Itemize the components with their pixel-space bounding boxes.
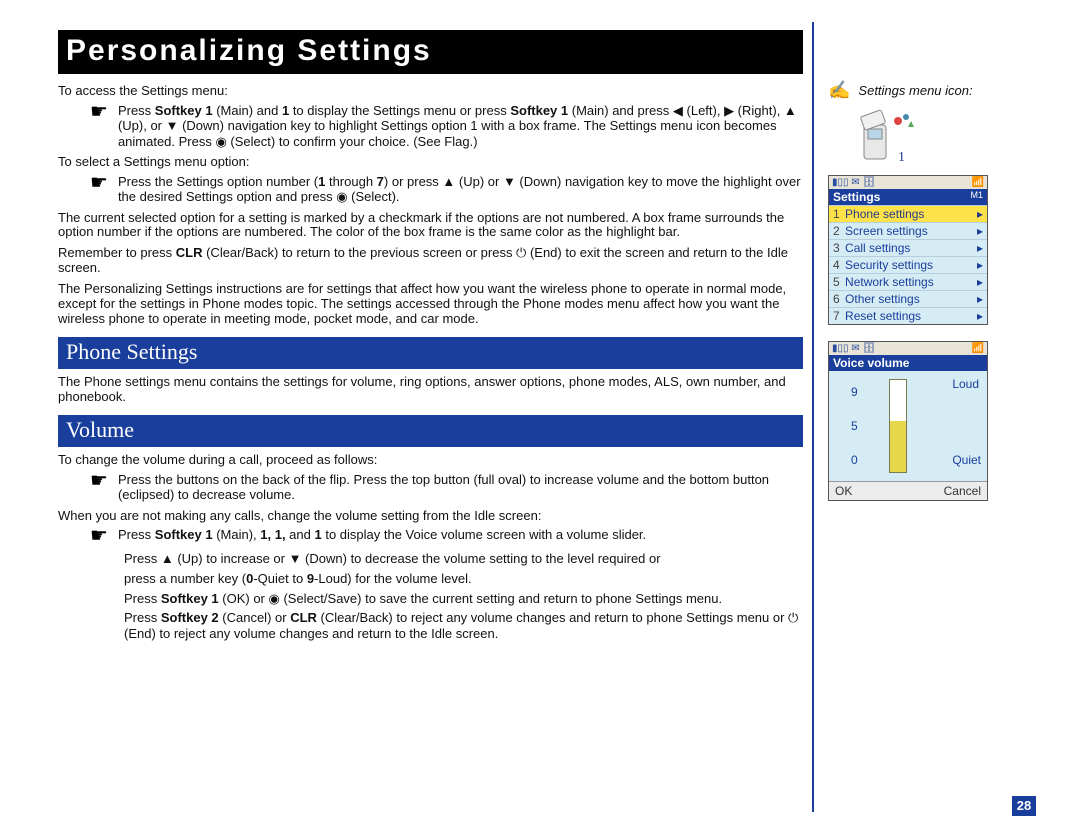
para-personalizing: The Personalizing Settings instructions … [58,282,803,327]
screenshot-voice-volume: ▮▯▯ ✉ 🗄 📶 Voice volume Loud Quiet 9 5 0 [828,341,988,501]
para-clr: Remember to press CLR (Clear/Back) to re… [58,246,803,276]
statusbar: ▮▯▯ ✉ 🗄 📶 [829,176,987,189]
volume-slider[interactable] [889,379,907,473]
vol-sub3: Press Softkey 1 (OK) or ◉ (Select/Save) … [124,591,803,607]
titlebar: Settings M1 [829,189,987,205]
vol-bullet-1-text: Press the buttons on the back of the fli… [118,472,803,503]
label-9: 9 [851,385,858,399]
vol-para2: When you are not making any calls, chang… [58,509,803,524]
flag-icon: ✍ [828,80,850,101]
vol-bullet-2-text: Press Softkey 1 (Main), 1, 1, and 1 to d… [118,527,646,542]
status-icons: 📶 [972,177,984,188]
softkey-footer: OK Cancel [829,481,987,500]
main-column: Personalizing Settings To access the Set… [58,30,803,645]
signal-icon: ▮▯▯ ✉ 🗄 [832,177,875,188]
access-bullet-1-text: Press Softkey 1 (Main) and 1 to display … [118,103,803,149]
menu-item[interactable]: 7 Reset settings▸ [829,307,987,324]
hand-icon: ☛ [90,472,108,490]
select-bullet-1-text: Press the Settings option number (1 thro… [118,174,803,205]
titlebar: Voice volume [829,355,987,371]
hand-icon: ☛ [90,174,108,192]
label-0: 0 [851,453,858,467]
select-bullet-1: ☛ Press the Settings option number (1 th… [90,174,803,205]
label-quiet: Quiet [952,453,981,467]
hand-icon: ☛ [90,103,108,121]
vol-sub4: Press Softkey 2 (Cancel) or CLR (Clear/B… [124,610,803,641]
settings-menu-icon: 1 [858,107,922,165]
vol-para1: To change the volume during a call, proc… [58,453,803,468]
vol-sub1: Press ▲ (Up) to increase or ▼ (Down) to … [124,551,803,567]
softkey-cancel[interactable]: Cancel [944,484,981,498]
para-checkmark: The current selected option for a settin… [58,211,803,241]
label-loud: Loud [952,377,981,391]
heading-volume: Volume [58,415,803,447]
title-tag: M1 [970,190,983,204]
softkey-ok[interactable]: OK [835,484,852,498]
menu-item[interactable]: 4 Security settings▸ [829,256,987,273]
access-intro: To access the Settings menu: [58,84,803,99]
menu-item[interactable]: 5 Network settings▸ [829,273,987,290]
volume-slider-fill [890,421,906,472]
access-bullet-1: ☛ Press Softkey 1 (Main) and 1 to displa… [90,103,803,149]
title-text: Settings [833,190,880,204]
vertical-rule [812,22,814,812]
title-text: Voice volume [833,356,909,370]
menu-item[interactable]: 6 Other settings▸ [829,290,987,307]
vol-sub2: press a number key (0-Quiet to 9-Loud) f… [124,571,803,587]
svg-text:1: 1 [898,150,905,165]
labels-left: 9 5 0 [851,385,858,467]
page-title: Personalizing Settings [58,30,803,74]
menu-item[interactable]: 2 Screen settings▸ [829,222,987,239]
menu-item[interactable]: 1 Phone settings▸ [829,205,987,222]
menu-list: 1 Phone settings▸2 Screen settings▸3 Cal… [829,205,987,324]
phone-settings-para: The Phone settings menu contains the set… [58,375,803,405]
statusbar: ▮▯▯ ✉ 🗄 📶 [829,342,987,355]
signal-icon: ▮▯▯ ✉ 🗄 [832,343,875,354]
vol-bullet-1: ☛ Press the buttons on the back of the f… [90,472,803,503]
label-5: 5 [851,419,858,433]
vol-bullet-2: ☛ Press Softkey 1 (Main), 1, 1, and 1 to… [90,527,803,545]
screenshot-settings-menu: ▮▯▯ ✉ 🗄 📶 Settings M1 1 Phone settings▸2… [828,175,988,325]
side-column: ✍ Settings menu icon: 1 ▮▯▯ ✉ 🗄 📶 Settin… [828,80,1038,517]
menu-item[interactable]: 3 Call settings▸ [829,239,987,256]
hand-icon: ☛ [90,527,108,545]
heading-phone-settings: Phone Settings [58,337,803,369]
labels-right: Loud Quiet [952,377,981,467]
volume-body: Loud Quiet 9 5 0 [829,371,987,481]
select-intro: To select a Settings menu option: [58,155,803,170]
page-number: 28 [1012,796,1036,816]
side-label-row: ✍ Settings menu icon: [828,80,1038,101]
status-icons: 📶 [972,343,984,354]
side-label: Settings menu icon: [858,83,972,98]
